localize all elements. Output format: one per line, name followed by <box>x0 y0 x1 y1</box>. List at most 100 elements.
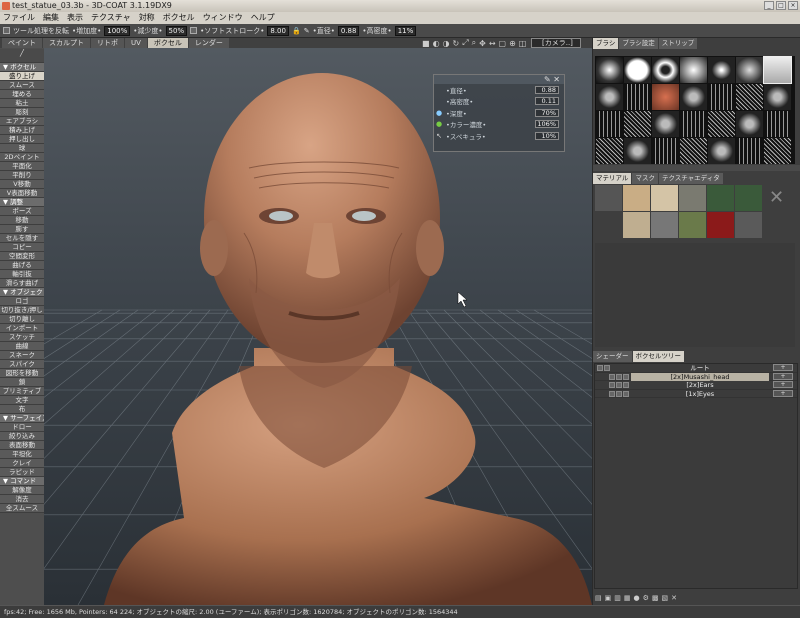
depth-value-field[interactable]: 11% <box>394 25 417 36</box>
material-swatch[interactable] <box>735 185 762 211</box>
brush-alpha[interactable] <box>708 57 735 83</box>
tab-paint[interactable]: ペイント <box>2 38 42 48</box>
split-icon[interactable]: ▦ <box>624 594 631 602</box>
brush-alpha[interactable] <box>652 84 679 110</box>
tool-item[interactable]: 平削り <box>0 171 44 180</box>
mode-toggle[interactable] <box>623 382 629 388</box>
menu-window[interactable]: ウィンドウ <box>203 12 243 24</box>
material-swatch[interactable] <box>679 212 706 238</box>
param-value-field[interactable]: 10% <box>535 131 559 140</box>
tab-material[interactable]: マテリアル <box>593 173 632 184</box>
add-child-button[interactable]: + <box>773 381 793 388</box>
reduce-value-field[interactable]: 50% <box>165 25 188 36</box>
tool-section-header[interactable]: ▼ サーフェイス <box>0 414 44 423</box>
tool-item[interactable]: 平面化 <box>0 162 44 171</box>
brush-alpha[interactable] <box>736 111 763 137</box>
tool-item[interactable]: 積み上げ <box>0 126 44 135</box>
tab-sculpt[interactable]: スカルプト <box>43 38 90 48</box>
tool-item[interactable]: スムース <box>0 81 44 90</box>
menu-file[interactable]: ファイル <box>3 12 35 24</box>
tool-item[interactable]: 彫刻 <box>0 108 44 117</box>
lock-icon[interactable]: ▧ <box>662 594 669 602</box>
brush-alpha[interactable] <box>680 138 707 164</box>
tool-item[interactable]: 膨す <box>0 225 44 234</box>
brush-alpha[interactable] <box>624 111 651 137</box>
halftone-icon[interactable]: ◐ <box>433 39 440 48</box>
tool-item[interactable]: 空間変形 <box>0 252 44 261</box>
tool-item[interactable]: エアブラシ <box>0 117 44 126</box>
material-swatch[interactable] <box>651 185 678 211</box>
eye-toggle[interactable] <box>609 373 615 380</box>
viewport-3d[interactable]: ✎ ✕ •直径• 0.88 •高密度• 0.11 ● •深度• 70% ● •カラー濃度• 106… <box>44 48 592 605</box>
smooth-value-field[interactable]: 8.00 <box>267 25 289 36</box>
tree-item[interactable]: [2x]Musashi_head + <box>595 372 797 381</box>
add-child-button[interactable]: + <box>773 364 793 371</box>
target-icon[interactable]: ⊕ <box>509 39 516 48</box>
remove-material-icon[interactable]: ✕ <box>763 185 790 211</box>
brush-alpha[interactable] <box>596 111 623 137</box>
material-swatch[interactable] <box>623 212 650 238</box>
menu-view[interactable]: 表示 <box>67 12 83 24</box>
zoom-icon[interactable]: ⌕ <box>472 38 476 48</box>
brush-alpha[interactable] <box>736 138 763 164</box>
brush-alpha[interactable] <box>764 111 791 137</box>
pan-icon[interactable]: ✥ <box>479 39 486 48</box>
ghost-toggle[interactable] <box>616 390 622 397</box>
tool-section-header[interactable]: ▼ オブジェクト <box>0 288 44 297</box>
tool-item[interactable]: ラピッド <box>0 468 44 477</box>
tool-section-header[interactable]: ▼ コマンド <box>0 477 44 486</box>
add-value-field[interactable]: 100% <box>104 25 131 36</box>
tool-item[interactable]: ドロー <box>0 423 44 432</box>
ghost-toggle[interactable] <box>604 365 610 371</box>
rotate-icon[interactable]: ↻ <box>453 39 460 48</box>
brush-alpha[interactable] <box>736 84 763 110</box>
brush-alpha[interactable] <box>652 57 679 83</box>
brush-alpha[interactable] <box>596 57 623 83</box>
menu-texture[interactable]: テクスチャ <box>91 12 131 24</box>
brush-stroke-icon[interactable]: ╱ <box>0 49 44 63</box>
tool-item[interactable]: セルを隠す <box>0 234 44 243</box>
tab-brush-settings[interactable]: ブラシ設定 <box>619 38 658 49</box>
save-icon[interactable]: ▣ <box>605 594 612 602</box>
tool-item[interactable]: クレイ <box>0 459 44 468</box>
tool-item[interactable]: 球 <box>0 144 44 153</box>
tool-item[interactable]: 埋める <box>0 90 44 99</box>
brush-alpha[interactable] <box>680 111 707 137</box>
close-icon[interactable]: ✕ <box>553 75 560 84</box>
tool-item[interactable]: ロゴ <box>0 297 44 306</box>
material-swatch[interactable] <box>707 185 734 211</box>
move-icon[interactable]: ↔ <box>489 39 496 48</box>
material-swatch[interactable] <box>735 212 762 238</box>
brush-alpha[interactable] <box>708 111 735 137</box>
shade-icon[interactable]: ■ <box>422 39 430 48</box>
brush-alpha[interactable] <box>680 57 707 83</box>
brush-alpha[interactable] <box>708 138 735 164</box>
add-child-button[interactable]: + <box>773 389 793 397</box>
material-swatch[interactable] <box>707 212 734 238</box>
radius-value-field[interactable]: 0.88 <box>337 25 360 36</box>
tool-item[interactable]: V移動 <box>0 180 44 189</box>
brush-alpha[interactable] <box>624 84 651 110</box>
param-value-field[interactable]: 106% <box>535 120 559 129</box>
tool-item[interactable]: スケッチ <box>0 333 44 342</box>
tool-item[interactable]: 鎖 <box>0 378 44 387</box>
tool-item[interactable]: 押し出し <box>0 135 44 144</box>
new-layer-icon[interactable]: ▤ <box>595 594 602 602</box>
material-swatch[interactable] <box>763 212 790 238</box>
tree-root[interactable]: ルート + <box>595 364 797 373</box>
minimize-button[interactable]: _ <box>764 1 774 10</box>
brush-alpha[interactable] <box>652 138 679 164</box>
tab-texture-editor[interactable]: テクスチャエディタ <box>658 173 723 184</box>
eye-toggle[interactable] <box>609 390 615 397</box>
tab-retopo[interactable]: リトポ <box>91 38 124 48</box>
tool-item[interactable]: 2Dペイント <box>0 153 44 162</box>
sphere-icon[interactable]: ● <box>634 594 640 602</box>
tree-item[interactable]: [1x]Eyes + <box>595 389 797 398</box>
tool-item[interactable]: 表面移動 <box>0 441 44 450</box>
eye-toggle[interactable] <box>597 365 603 371</box>
tab-uv[interactable]: UV <box>125 38 147 48</box>
mode-toggle[interactable] <box>623 390 629 397</box>
invert-checkbox[interactable] <box>3 27 10 34</box>
tool-section-header[interactable]: ▼ 調整 <box>0 198 44 207</box>
lock-icon[interactable]: 🔒 <box>292 27 301 35</box>
